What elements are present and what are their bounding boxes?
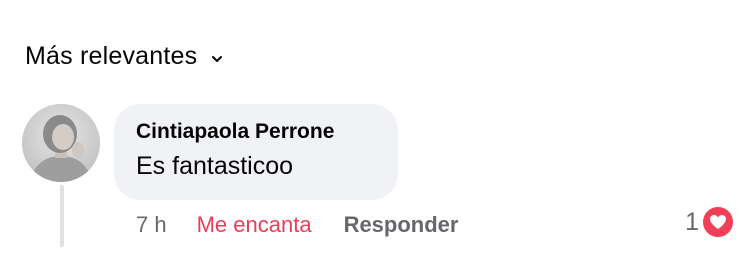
comment-bubble: Cintiapaola Perrone Es fantasticoo (114, 104, 398, 200)
comment-time[interactable]: 7 h (136, 212, 167, 238)
reaction-summary[interactable]: 1 (685, 205, 735, 239)
reaction-count: 1 (685, 207, 699, 236)
avatar-photo (22, 104, 100, 182)
avatar[interactable] (22, 104, 100, 182)
comment-actions: 7 h Me encanta Responder (136, 212, 458, 238)
chevron-down-icon (212, 55, 223, 62)
sort-dropdown[interactable]: Más relevantes (25, 42, 223, 71)
reply-button[interactable]: Responder (344, 212, 459, 238)
love-reaction-button[interactable]: Me encanta (197, 212, 312, 238)
sort-label: Más relevantes (25, 42, 198, 70)
comment-author[interactable]: Cintiapaola Perrone (136, 120, 376, 144)
thread-line (60, 185, 64, 247)
comment-text: Es fantasticoo (136, 152, 294, 180)
heart-icon (701, 205, 735, 239)
